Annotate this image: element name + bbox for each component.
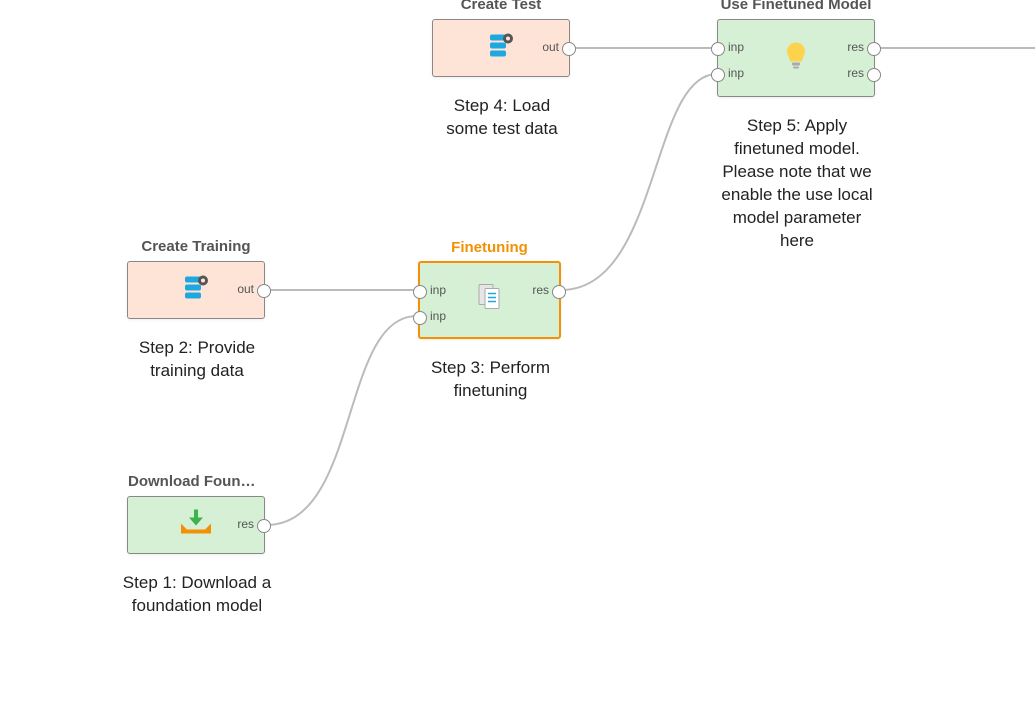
- node-title: Create Training: [128, 238, 264, 255]
- caption-step-1: Step 1: Download a foundation model: [117, 572, 277, 618]
- node-create-training[interactable]: Create Training out: [127, 261, 265, 319]
- node-use-finetuned-model[interactable]: Use Finetuned Model inp inp res res: [717, 19, 875, 97]
- node-create-test[interactable]: Create Test out: [432, 19, 570, 77]
- port-label-out: out: [237, 282, 254, 296]
- database-gear-icon: [486, 31, 516, 66]
- port-inp2[interactable]: [711, 68, 725, 82]
- port-label-inp2: inp: [430, 309, 446, 323]
- port-label-res1: res: [847, 40, 864, 54]
- port-label-res: res: [532, 283, 549, 297]
- port-label-res: res: [237, 517, 254, 531]
- node-title: Download Foundati…: [128, 473, 264, 490]
- port-label-res2: res: [847, 66, 864, 80]
- port-res[interactable]: [257, 519, 271, 533]
- port-label-inp2: inp: [728, 66, 744, 80]
- node-title: Use Finetuned Model: [718, 0, 874, 13]
- lightbulb-icon: [783, 41, 809, 76]
- node-finetuning[interactable]: Finetuning inp inp res: [418, 261, 561, 339]
- workflow-canvas[interactable]: Download Foundati… res Step 1: Download …: [0, 0, 1035, 702]
- download-icon: [179, 510, 213, 541]
- port-label-out: out: [542, 40, 559, 54]
- caption-step-2: Step 2: Provide training data: [122, 337, 272, 383]
- port-label-inp1: inp: [728, 40, 744, 54]
- port-label-inp1: inp: [430, 283, 446, 297]
- caption-step-4: Step 4: Load some test data: [432, 95, 572, 141]
- port-res2[interactable]: [867, 68, 881, 82]
- port-res[interactable]: [552, 285, 566, 299]
- caption-step-5: Step 5: Apply finetuned model. Please no…: [717, 115, 877, 253]
- port-inp2[interactable]: [413, 311, 427, 325]
- node-title: Finetuning: [420, 239, 559, 256]
- node-title: Create Test: [433, 0, 569, 13]
- caption-step-3: Step 3: Perform finetuning: [418, 357, 563, 403]
- port-inp1[interactable]: [413, 285, 427, 299]
- port-out[interactable]: [257, 284, 271, 298]
- database-gear-icon: [181, 273, 211, 308]
- port-res1[interactable]: [867, 42, 881, 56]
- documents-icon: [475, 283, 505, 318]
- port-inp1[interactable]: [711, 42, 725, 56]
- port-out[interactable]: [562, 42, 576, 56]
- node-download-foundation-model[interactable]: Download Foundati… res: [127, 496, 265, 554]
